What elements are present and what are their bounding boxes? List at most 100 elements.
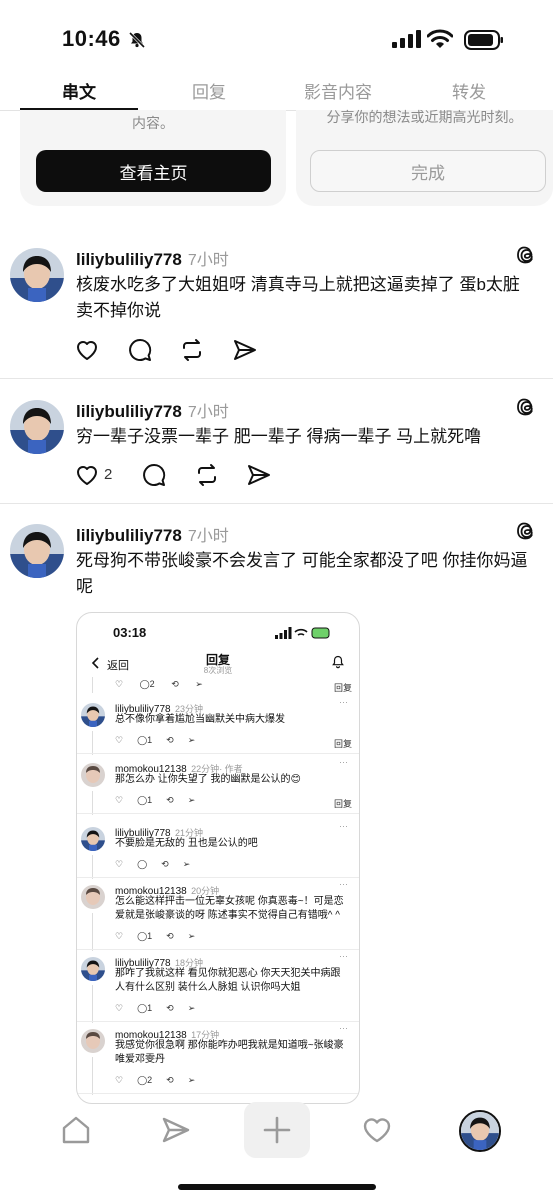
comment-divider [77,949,359,950]
view-profile-button[interactable]: 查看主页 [36,150,271,192]
mini-comment-count: 1 [147,931,153,941]
card-left-text: 内容。 [132,115,174,131]
repost-icon[interactable] [194,462,220,488]
mini-comment-icon[interactable]: ◯ [137,1003,147,1013]
mini-heart-icon: ♡ [115,679,124,689]
more-icon[interactable]: ··· [339,697,348,707]
mini-send-icon[interactable]: ➢ [188,795,196,805]
avatar[interactable] [10,400,64,454]
mini-send-icon[interactable]: ➢ [188,931,196,941]
mini-comment-icon[interactable]: ◯ [137,795,147,805]
tab-media[interactable]: 影音内容 [304,78,372,103]
silent-bell-icon [128,31,146,49]
mini-heart-icon[interactable]: ♡ [115,859,123,869]
home-icon[interactable] [60,1114,92,1146]
tab-posts[interactable]: 串文 [62,78,96,103]
post-header: liliybuliliy778 7小时 [76,522,229,546]
thread-line [92,985,93,1023]
comment-icon[interactable] [127,337,153,363]
comment-text: 那咋了我就这样 看见你就犯恶心 你天天犯关中病跟人有什么区别 装什么人脉姐 认识… [115,968,341,993]
comment-avatar[interactable] [81,763,105,787]
shot-subtitle: 8次浏览 [203,666,233,675]
mini-comment-icon: ◯ [139,679,150,689]
mini-repost-icon[interactable]: ⟲ [166,1075,174,1085]
reply-button[interactable]: 回复 [334,737,352,750]
mini-repost-icon[interactable]: ⟲ [166,931,174,941]
mini-heart-icon[interactable]: ♡ [115,931,123,941]
thread-line [92,913,93,951]
comment-text: 那怎么办 让你失望了 我的幽默是公认的😊 [115,774,301,785]
post-time: 7小时 [187,404,229,421]
shot-status-icons [275,627,330,639]
post-text: 死母狗不带张峻豪不会发言了 可能全家都没了吧 你挂你妈逼呢 [76,551,528,596]
thread-line [92,731,93,755]
comment-actions: ♡ ◯1 ⟲ ➢ [115,1003,195,1014]
username[interactable]: liliybuliliy778 [76,526,182,545]
done-button[interactable]: 完成 [310,150,546,192]
mini-comment-icon[interactable]: ◯ [137,859,147,869]
threads-icon[interactable] [516,244,538,266]
mini-repost-icon[interactable]: ⟲ [166,795,174,805]
comment-avatar[interactable] [81,885,105,909]
mini-repost-icon[interactable]: ⟲ [166,735,174,745]
mini-comment-count: 2 [149,679,155,689]
mini-repost-icon[interactable]: ⟲ [166,1003,174,1013]
mini-comment-icon[interactable]: ◯ [137,1075,147,1085]
comment-icon[interactable] [141,462,167,488]
comment-avatar[interactable] [81,703,105,727]
mini-heart-icon[interactable]: ♡ [115,1075,123,1085]
post-header: liliybuliliy778 7小时 [76,398,229,422]
reply-button[interactable]: 回复 [334,797,352,810]
avatar[interactable] [10,248,64,302]
thread-line [92,677,93,693]
new-post-button[interactable] [244,1102,310,1158]
mini-send-icon[interactable]: ➢ [188,735,196,745]
tab-replies[interactable]: 回复 [192,78,226,103]
comment-avatar[interactable] [81,1029,105,1053]
post-header: liliybuliliy778 7小时 [76,246,229,270]
like-icon[interactable] [74,462,100,488]
comment-divider [77,1021,359,1022]
comment-actions: ♡ ◯1 ⟲ ➢ [115,795,195,806]
more-icon[interactable]: ··· [339,821,348,831]
send-nav-icon[interactable] [160,1114,192,1146]
mini-comment-count: 2 [147,1075,153,1085]
comment-divider [77,753,359,754]
comment-text: 总不像你拿着尴尬当幽默关中病大爆发 [115,714,285,725]
attached-screenshot[interactable]: 03:18 返回 回复 8次浏览 ♡ ◯2 ⟲ ➢ 回复 liliybulili… [76,612,360,1104]
reply-button[interactable]: 回复 [334,681,352,694]
mini-comment-icon[interactable]: ◯ [137,931,147,941]
like-icon[interactable] [74,337,100,363]
mini-heart-icon[interactable]: ♡ [115,735,123,745]
share-icon[interactable] [232,337,258,363]
share-icon[interactable] [246,462,272,488]
mini-heart-icon[interactable]: ♡ [115,795,123,805]
comment-avatar[interactable] [81,827,105,851]
like-count: 2 [104,466,113,483]
plus-icon [263,1116,291,1144]
username[interactable]: liliybuliliy778 [76,402,182,421]
threads-icon[interactable] [516,520,538,542]
mini-heart-icon[interactable]: ♡ [115,1003,123,1013]
comment-avatar[interactable] [81,957,105,981]
mini-send-icon[interactable]: ➢ [183,859,191,869]
more-icon[interactable]: ··· [339,879,348,889]
threads-icon[interactable] [516,396,538,418]
more-icon[interactable]: ··· [339,951,348,961]
repost-icon[interactable] [179,337,205,363]
more-icon[interactable]: ··· [339,757,348,767]
username[interactable]: liliybuliliy778 [76,250,182,269]
status-time: 10:46 [62,26,121,51]
comment-actions: ♡ ◯2 ⟲ ➢ [115,1075,195,1086]
activity-heart-icon[interactable] [361,1114,393,1146]
post-text: 穷一辈子没票一辈子 肥一辈子 得病一辈子 马上就死噜 [76,427,482,446]
tab-reposts[interactable]: 转发 [452,78,486,103]
avatar[interactable] [10,524,64,578]
mini-send-icon[interactable]: ➢ [188,1003,196,1013]
more-icon[interactable]: ··· [339,1023,348,1033]
mini-comment-icon[interactable]: ◯ [137,735,147,745]
mini-repost-icon[interactable]: ⟲ [161,859,169,869]
mini-send-icon[interactable]: ➢ [188,1075,196,1085]
bell-icon[interactable] [331,655,345,669]
profile-nav-avatar[interactable] [459,1110,501,1152]
